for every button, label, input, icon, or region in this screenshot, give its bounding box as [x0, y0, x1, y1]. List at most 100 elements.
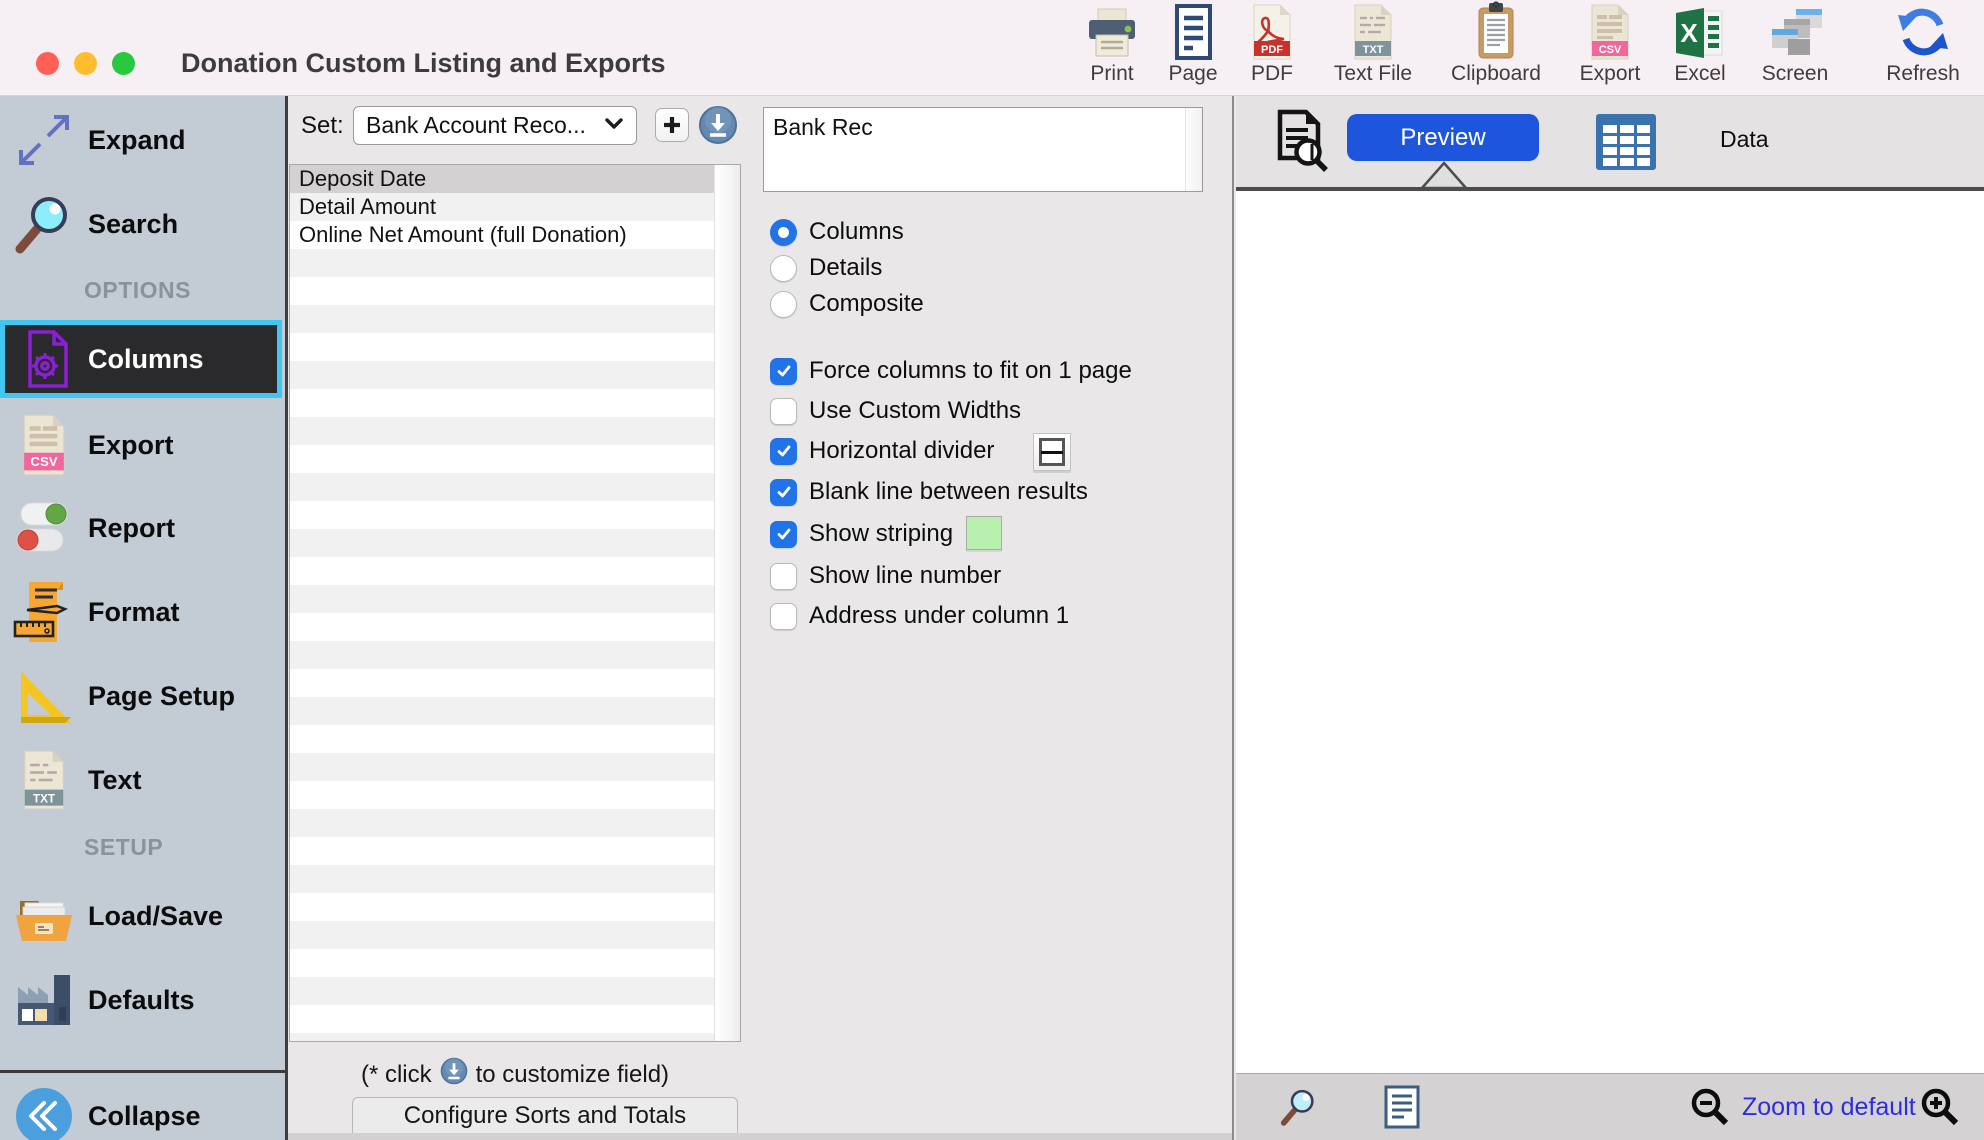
field-list: Deposit Date Detail Amount Online Net Am… — [289, 164, 741, 1042]
field-row-empty[interactable] — [290, 1005, 714, 1033]
field-row-empty[interactable] — [290, 473, 714, 501]
checkbox-unchecked — [770, 603, 797, 630]
field-row-empty[interactable] — [290, 249, 714, 277]
sidebar-divider — [0, 1070, 285, 1073]
zoom-to-default-link[interactable]: Zoom to default — [1742, 1093, 1916, 1122]
sidebar-item-format[interactable]: Format — [0, 576, 285, 648]
checkbox-show-line-number[interactable]: Show line number — [770, 562, 1001, 590]
field-list-rows: Deposit Date Detail Amount Online Net Am… — [290, 165, 714, 1041]
toolbar-button-pdf[interactable]: PDF PDF — [1217, 4, 1327, 86]
toolbar-button-excel[interactable]: X Excel — [1645, 4, 1755, 86]
close-window-button[interactable] — [36, 52, 59, 75]
sidebar-item-text[interactable]: TXT Text — [0, 744, 285, 816]
checkbox-show-striping[interactable]: Show striping — [770, 520, 953, 548]
radio-composite[interactable]: Composite — [770, 290, 924, 318]
collapse-chevrons-icon — [0, 1086, 88, 1140]
field-row-empty[interactable] — [290, 1033, 714, 1042]
stripe-color-swatch[interactable] — [966, 516, 1002, 550]
configure-sorts-totals-button[interactable]: Configure Sorts and Totals — [352, 1097, 738, 1134]
field-row-empty[interactable] — [290, 585, 714, 613]
field-row-empty[interactable] — [290, 529, 714, 557]
field-list-scrollbar[interactable] — [714, 165, 740, 1041]
zoom-out-icon[interactable] — [1688, 1086, 1732, 1135]
checkbox-horizontal-divider[interactable]: Horizontal divider — [770, 437, 994, 465]
tab-data[interactable]: Data — [1720, 126, 1769, 153]
radio-columns[interactable]: Columns — [770, 218, 904, 246]
titlebar: Donation Custom Listing and Exports Prin… — [0, 0, 1984, 96]
field-row-empty[interactable] — [290, 725, 714, 753]
zoom-window-button[interactable] — [112, 52, 135, 75]
title-scrollbar[interactable] — [1185, 108, 1202, 191]
field-row[interactable]: Deposit Date — [290, 165, 714, 193]
field-set-dropdown[interactable]: Bank Account Reco... — [353, 106, 637, 145]
chevron-down-icon — [604, 117, 624, 135]
checkbox-unchecked — [770, 398, 797, 425]
field-row-empty[interactable] — [290, 753, 714, 781]
zoom-in-icon[interactable] — [1918, 1086, 1962, 1135]
tab-preview[interactable]: Preview — [1347, 114, 1539, 161]
checkbox-blank-line[interactable]: Blank line between results — [770, 478, 1088, 506]
field-row-empty[interactable] — [290, 277, 714, 305]
sidebar-item-load-save[interactable]: Load/Save — [0, 880, 285, 952]
field-row-empty[interactable] — [290, 557, 714, 585]
plus-icon — [662, 115, 682, 135]
minimize-window-button[interactable] — [74, 52, 97, 75]
field-row-empty[interactable] — [290, 445, 714, 473]
sidebar-item-search[interactable]: Search — [0, 188, 285, 260]
field-row-empty[interactable] — [290, 333, 714, 361]
radio-details[interactable]: Details — [770, 254, 882, 282]
divider-style-button[interactable] — [1033, 433, 1071, 471]
download-circle-icon — [440, 1057, 468, 1092]
customize-set-button[interactable] — [698, 105, 738, 145]
factory-icon — [0, 969, 88, 1031]
magnifier-icon[interactable] — [1278, 1086, 1320, 1133]
sidebar-item-columns[interactable]: Columns — [0, 320, 282, 398]
data-grid-icon[interactable] — [1594, 112, 1658, 177]
field-row[interactable]: Detail Amount — [290, 193, 714, 221]
field-row[interactable]: Online Net Amount (full Donation) — [290, 221, 714, 249]
field-row-empty[interactable] — [290, 865, 714, 893]
field-row-empty[interactable] — [290, 641, 714, 669]
magnifier-icon — [0, 191, 88, 257]
sidebar-item-export[interactable]: CSV Export — [0, 409, 285, 481]
field-row-empty[interactable] — [290, 389, 714, 417]
field-row-empty[interactable] — [290, 361, 714, 389]
sidebar-item-report[interactable]: Report — [0, 492, 285, 564]
checkbox-checked — [770, 358, 797, 385]
toolbar-button-screen[interactable]: Screen — [1740, 4, 1850, 86]
radio-button-on — [770, 219, 797, 246]
radio-button-off — [770, 255, 797, 282]
field-row-empty[interactable] — [290, 893, 714, 921]
toolbar-button-refresh[interactable]: Refresh — [1868, 4, 1978, 86]
toolbar-button-text-file[interactable]: TXT Text File — [1318, 4, 1428, 86]
add-set-button[interactable] — [655, 108, 689, 142]
sidebar-item-defaults[interactable]: Defaults — [0, 964, 285, 1036]
csv-badge: CSV — [1599, 44, 1622, 56]
field-row-empty[interactable] — [290, 837, 714, 865]
field-row-empty[interactable] — [290, 921, 714, 949]
sidebar-item-expand[interactable]: Expand — [0, 104, 285, 176]
excel-x-badge: X — [1680, 18, 1698, 48]
field-row-empty[interactable] — [290, 305, 714, 333]
svg-text:CSV: CSV — [30, 454, 57, 469]
checkbox-force-columns[interactable]: Force columns to fit on 1 page — [770, 357, 1132, 385]
checkbox-custom-widths[interactable]: Use Custom Widths — [770, 397, 1021, 425]
field-row-empty[interactable] — [290, 501, 714, 529]
field-row-empty[interactable] — [290, 977, 714, 1005]
field-row-empty[interactable] — [290, 781, 714, 809]
field-row-empty[interactable] — [290, 669, 714, 697]
page-outline-icon[interactable] — [1383, 1085, 1421, 1134]
report-title-input[interactable]: Bank Rec — [763, 107, 1203, 192]
csv-file-icon: CSV — [1584, 4, 1636, 61]
excel-icon: X — [1672, 4, 1728, 61]
toolbar-button-clipboard[interactable]: Clipboard — [1441, 4, 1551, 86]
field-row-empty[interactable] — [290, 809, 714, 837]
sidebar-item-page-setup[interactable]: Page Setup — [0, 660, 285, 732]
checkbox-address-under-column[interactable]: Address under column 1 — [770, 602, 1069, 630]
refresh-icon — [1894, 4, 1952, 61]
field-row-empty[interactable] — [290, 697, 714, 725]
field-row-empty[interactable] — [290, 417, 714, 445]
field-row-empty[interactable] — [290, 949, 714, 977]
field-row-empty[interactable] — [290, 613, 714, 641]
sidebar-item-collapse[interactable]: Collapse — [0, 1080, 285, 1140]
